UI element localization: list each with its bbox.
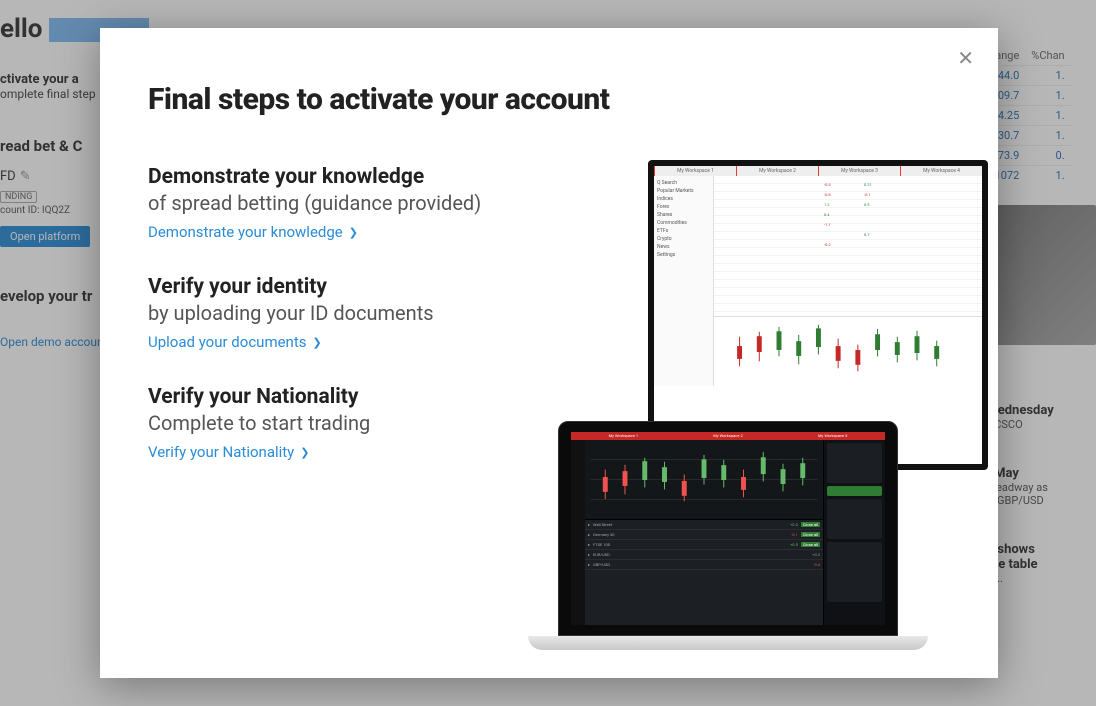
step-link-nationality[interactable]: Verify your Nationality ❯ [148,443,310,461]
step-subtext: by uploading your ID documents [148,301,578,325]
step-heading: Demonstrate your knowledge [148,165,578,189]
dark-platform-screen: My Workspace 1 My Workspace 2 My Workspa… [571,432,885,625]
modal-title: Final steps to activate your account [148,82,944,117]
step-subtext: of spread betting (guidance provided) [148,191,578,215]
chevron-right-icon: ❯ [349,226,358,239]
place-deal-button-icon [827,486,882,496]
step-link-identity[interactable]: Upload your documents ❯ [148,333,322,351]
chevron-right-icon: ❯ [312,336,321,349]
device-mockups: My Workspace 1 My Workspace 2 My Workspa… [538,150,998,650]
activation-modal: ✕ Final steps to activate your account D… [100,28,998,678]
chevron-right-icon: ❯ [300,446,309,459]
candlestick-chart-icon [585,440,823,519]
step-nationality: Verify your Nationality Complete to star… [148,385,578,461]
step-knowledge: Demonstrate your knowledge of spread bet… [148,165,578,241]
step-subtext: Complete to start trading [148,411,578,435]
close-button[interactable]: ✕ [957,46,974,71]
step-link-knowledge[interactable]: Demonstrate your knowledge ❯ [148,223,358,241]
step-identity: Verify your identity by uploading your I… [148,275,578,351]
step-heading: Verify your identity [148,275,578,299]
candlestick-chart-icon [714,317,982,386]
light-platform-screen: My Workspace 1 My Workspace 2 My Workspa… [654,166,982,464]
laptop-mockup: My Workspace 1 My Workspace 2 My Workspa… [538,421,918,650]
close-icon: ✕ [957,48,974,70]
step-heading: Verify your Nationality [148,385,578,409]
